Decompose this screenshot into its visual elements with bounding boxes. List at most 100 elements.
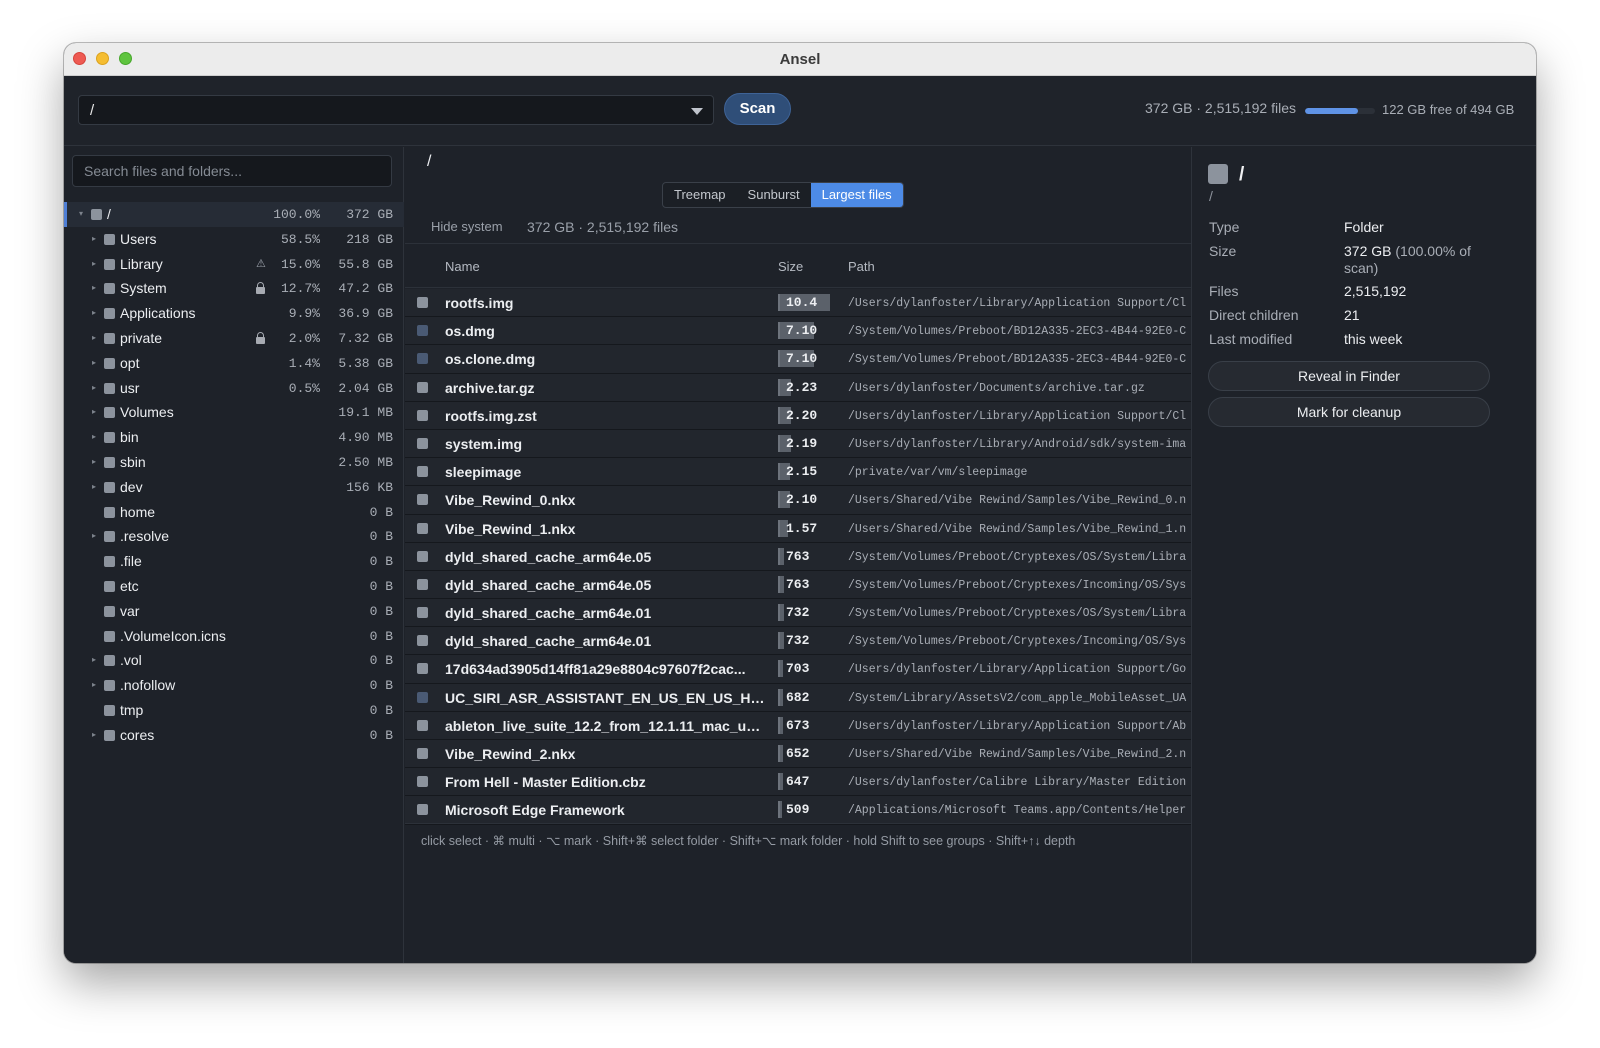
sidebar-item-nofollow[interactable]: ▸ .nofollow 0 B	[64, 673, 404, 698]
sidebar-item-bin[interactable]: ▸ bin 4.90 MB	[64, 425, 404, 450]
tab-sunburst[interactable]: Sunburst	[737, 183, 811, 207]
tree-item-percent: 2.0%	[288, 330, 320, 346]
search-input[interactable]	[72, 155, 392, 187]
sidebar-item-applications[interactable]: ▸ Applications 9.9% 36.9 GB	[64, 301, 404, 326]
chevron-right-icon[interactable]: ▸	[89, 679, 99, 691]
current-path: /	[427, 153, 432, 170]
table-row[interactable]: Vibe_Rewind_2.nkx 652/Users/Shared/Vibe R…	[405, 740, 1191, 769]
details-modified-value: this week	[1344, 331, 1403, 347]
file-size: 2.19	[786, 435, 818, 451]
table-row[interactable]: Microsoft Edge Framework 509/Applications…	[405, 796, 1191, 825]
size-bar-fill	[780, 716, 784, 734]
table-row[interactable]: ableton_live_suite_12.2_from_12.1.11_mac…	[405, 711, 1191, 740]
size-bar: 2.10	[778, 491, 830, 509]
table-row[interactable]: From Hell - Master Edition.cbz 647/Users/…	[405, 768, 1191, 797]
chevron-right-icon[interactable]: ▸	[89, 406, 99, 418]
disk-usage-bar	[1305, 108, 1375, 114]
sidebar-item-var[interactable]: var 0 B	[64, 599, 404, 624]
table-row[interactable]: archive.tar.gz 2.23/Users/dylanfoster/Doc…	[405, 373, 1191, 402]
file-size: 2.10	[786, 492, 818, 508]
sidebar-item-users[interactable]: ▸ Users 58.5% 218 GB	[64, 227, 404, 252]
sidebar-item-home[interactable]: home 0 B	[64, 500, 404, 525]
table-row[interactable]: rootfs.img 10.4/Users/dylanfoster/Library…	[405, 289, 1191, 318]
table-row[interactable]: os.dmg 7.10/System/Volumes/Preboot/BD12A3…	[405, 317, 1191, 346]
chevron-right-icon[interactable]: ▸	[89, 654, 99, 666]
file-color-icon	[417, 550, 428, 562]
folder-color-icon	[104, 456, 115, 468]
table-row[interactable]: sleepimage 2.15/private/var/vm/sleepimage	[405, 458, 1191, 487]
sidebar-item-tmp[interactable]: tmp 0 B	[64, 698, 404, 723]
sidebar-item-volumes[interactable]: ▸ Volumes 19.1 MB	[64, 400, 404, 425]
chevron-right-icon[interactable]: ▸	[89, 530, 99, 542]
file-color-icon	[417, 522, 428, 534]
tab-largest-files[interactable]: Largest files	[810, 183, 903, 207]
sidebar-item-root[interactable]: ▾ / 100.0% 372 GB	[64, 202, 404, 227]
file-name: sleepimage	[445, 464, 522, 481]
chevron-right-icon[interactable]: ▸	[89, 357, 99, 369]
sidebar-item-usr[interactable]: ▸ usr 0.5% 2.04 GB	[64, 376, 404, 401]
file-color-icon	[417, 804, 428, 816]
reveal-in-finder-button[interactable]: Reveal in Finder	[1208, 361, 1490, 391]
table-row[interactable]: dyld_shared_cache_arm64e.05 763/System/Vo…	[405, 570, 1191, 600]
chevron-right-icon[interactable]: ▸	[89, 481, 99, 493]
file-list-header: Name Size Path	[405, 244, 1191, 288]
table-row[interactable]: dyld_shared_cache_arm64e.01 732/System/Vo…	[405, 627, 1191, 656]
table-row[interactable]: Vibe_Rewind_0.nkx 2.10/Users/Shared/Vibe …	[405, 486, 1191, 515]
file-path: /Users/dylanfoster/Documents/archive.tar…	[848, 381, 1145, 395]
sidebar-item-dev[interactable]: ▸ dev 156 KB	[64, 475, 404, 500]
sidebar-item-private[interactable]: ▸ private 2.0% 7.32 GB	[64, 326, 404, 351]
hide-system-toggle[interactable]: Hide system	[431, 219, 503, 234]
table-row[interactable]: os.clone.dmg 7.10/System/Volumes/Preboot/…	[405, 345, 1191, 374]
table-row[interactable]: dyld_shared_cache_arm64e.05 763/System/Vo…	[405, 542, 1191, 571]
chevron-down-icon[interactable]: ▾	[76, 208, 86, 220]
sidebar-item-resolve[interactable]: ▸ .resolve 0 B	[64, 524, 404, 549]
chevron-right-icon[interactable]: ▸	[89, 307, 99, 319]
column-header-path[interactable]: Path	[848, 259, 875, 274]
sidebar-item-opt[interactable]: ▸ opt 1.4% 5.38 GB	[64, 351, 404, 376]
file-name: rootfs.img	[445, 295, 514, 311]
folder-color-icon	[104, 729, 115, 741]
file-name: UC_SIRI_ASR_ASSISTANT_EN_US_EN_US_H1...	[445, 689, 765, 706]
folder-color-icon	[104, 605, 115, 617]
sidebar-item-sbin[interactable]: ▸ sbin 2.50 MB	[64, 450, 404, 475]
size-bar-fill	[780, 604, 784, 622]
sidebar-item-volumeicon-icns[interactable]: .VolumeIcon.icns 0 B	[64, 624, 404, 649]
tab-treemap[interactable]: Treemap	[663, 183, 737, 207]
table-row[interactable]: Vibe_Rewind_1.nkx 1.57/Users/Shared/Vibe …	[405, 514, 1191, 543]
sidebar-item-file[interactable]: .file 0 B	[64, 549, 404, 574]
table-row[interactable]: dyld_shared_cache_arm64e.01 732/System/Vo…	[405, 599, 1191, 628]
file-color-icon	[417, 297, 428, 308]
folder-color-icon	[104, 382, 115, 394]
file-name: ableton_live_suite_12.2_from_12.1.11_mac…	[445, 717, 765, 734]
folder-color-icon	[104, 481, 115, 493]
chevron-right-icon[interactable]: ▸	[89, 332, 99, 344]
chevron-right-icon[interactable]: ▸	[89, 233, 99, 245]
tree-item-size: 0 B	[369, 727, 393, 743]
sidebar-item-library[interactable]: ▸ Library ⚠ 15.0% 55.8 GB	[64, 252, 404, 277]
column-header-name[interactable]: Name	[445, 259, 480, 274]
table-row[interactable]: rootfs.img.zst 2.20/Users/dylanfoster/Lib…	[405, 401, 1191, 430]
chevron-right-icon[interactable]: ▸	[89, 456, 99, 468]
table-row[interactable]: system.img 2.19/Users/dylanfoster/Library…	[405, 429, 1191, 459]
table-row[interactable]: 17d634ad3905d14ff81a29e8804c97607f2cac..…	[405, 655, 1191, 684]
tree-item-size: 0 B	[369, 529, 393, 545]
mark-for-cleanup-button[interactable]: Mark for cleanup	[1208, 397, 1490, 427]
size-bar-fill	[780, 745, 784, 762]
sidebar-item-etc[interactable]: etc 0 B	[64, 574, 404, 599]
tree-item-size: 2.50 MB	[338, 454, 393, 470]
chevron-right-icon[interactable]: ▸	[89, 729, 99, 741]
chevron-right-icon[interactable]: ▸	[89, 431, 99, 443]
column-header-size[interactable]: Size	[778, 259, 803, 274]
tree-item-percent: 1.4%	[288, 355, 320, 371]
sidebar-item-system[interactable]: ▸ System 12.7% 47.2 GB	[64, 276, 404, 301]
file-size: 10.4	[786, 295, 818, 310]
chevron-right-icon[interactable]: ▸	[89, 258, 99, 270]
chevron-right-icon[interactable]: ▸	[89, 282, 99, 294]
table-row[interactable]: UC_SIRI_ASR_ASSISTANT_EN_US_EN_US_H1... 6…	[405, 683, 1191, 712]
sidebar-item-vol[interactable]: ▸ .vol 0 B	[64, 648, 404, 673]
chevron-right-icon[interactable]: ▸	[89, 382, 99, 394]
scan-button[interactable]: Scan	[724, 93, 791, 125]
path-select[interactable]: /	[78, 95, 714, 125]
sidebar-item-cores[interactable]: ▸ cores 0 B	[64, 723, 404, 748]
size-bar: 763	[778, 575, 830, 593]
